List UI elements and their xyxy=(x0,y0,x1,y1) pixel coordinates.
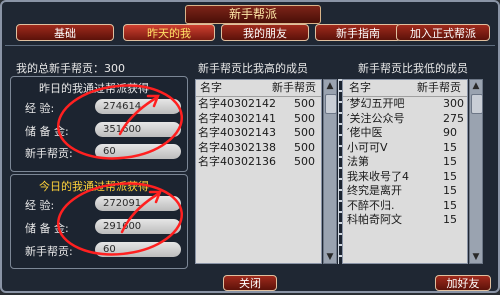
member-contrib: 500 xyxy=(294,140,315,154)
lower-list-scrollbar[interactable]: ▲ ▼ xyxy=(469,79,483,264)
member-contrib: 500 xyxy=(294,111,315,125)
today-reserve-label: 储 备 金: xyxy=(25,222,69,235)
member-name: 小可可V xyxy=(347,140,388,154)
higher-list-scrollbar[interactable]: ▲ ▼ xyxy=(323,79,337,264)
scroll-up-icon[interactable]: ▲ xyxy=(471,81,481,91)
tab-join-guild[interactable]: 加入正式帮派 xyxy=(396,24,490,41)
tab-guide[interactable]: 新手指南 xyxy=(315,24,401,41)
scroll-down-icon[interactable]: ▼ xyxy=(471,252,481,262)
member-name: 终究是离开 xyxy=(347,184,402,197)
member-contrib: 275 xyxy=(443,111,464,125)
yesterday-box: 昨日的我通过帮派获得 经 验: 274614 储 备 金: 351600 新手帮… xyxy=(10,76,188,172)
member-contrib: 15 xyxy=(443,184,457,197)
list-item[interactable]: 名字40302136 500 xyxy=(196,155,321,170)
lower-col-contrib: 新手帮贡 xyxy=(417,81,461,94)
member-name: 名字40302136 xyxy=(198,155,276,168)
lower-list: 名字 新手帮贡 ′梦幻五开吧 300 ′关注公众号 275 ′佬中医 90 小可可V 1… xyxy=(342,79,468,264)
total-contrib-label: 我的总新手帮贡：300 xyxy=(16,62,125,75)
list-item[interactable]: 我来收号了4 15 xyxy=(343,170,467,185)
lower-col-name: 名字 xyxy=(349,81,371,94)
scroll-up-icon[interactable]: ▲ xyxy=(325,81,335,91)
list-item[interactable]: 名字40302142 500 xyxy=(196,97,321,112)
lower-list-title: 新手帮贡比我低的成员 xyxy=(358,62,468,75)
higher-list-title: 新手帮贡比我高的成员 xyxy=(198,62,308,75)
list-item[interactable]: 名字40302141 500 xyxy=(196,112,321,127)
member-name: ′梦幻五开吧 xyxy=(347,97,405,110)
member-contrib: 15 xyxy=(443,213,457,226)
yesterday-reserve-value: 351600 xyxy=(95,122,181,137)
scroll-down-icon[interactable]: ▼ xyxy=(325,252,335,262)
member-name: 科帕奇阿文 xyxy=(347,213,402,226)
list-item[interactable]: 科帕奇阿文 15 xyxy=(343,213,467,228)
higher-col-name: 名字 xyxy=(200,81,222,94)
higher-list-header: 名字 新手帮贡 xyxy=(196,80,321,97)
today-exp-value: 272091 xyxy=(95,196,181,211)
list-item[interactable]: ′佬中医 90 xyxy=(343,126,467,141)
scroll-thumb[interactable] xyxy=(471,94,483,114)
member-contrib: 90 xyxy=(443,126,457,139)
member-contrib: 500 xyxy=(294,126,315,139)
list-item[interactable]: 法第 15 xyxy=(343,155,467,170)
member-contrib: 15 xyxy=(443,169,457,183)
member-name: 名字40302138 xyxy=(198,140,276,154)
member-name: 名字40302143 xyxy=(198,126,276,139)
member-contrib: 300 xyxy=(443,97,464,110)
yesterday-contrib-label: 新手帮贡: xyxy=(25,147,73,160)
list-item[interactable]: 小可可V 15 xyxy=(343,141,467,156)
member-name: 我来收号了4 xyxy=(347,169,409,183)
list-item[interactable]: 名字40302143 500 xyxy=(196,126,321,141)
today-reserve-value: 291600 xyxy=(95,219,181,234)
list-item[interactable]: 终究是离开 15 xyxy=(343,184,467,199)
member-contrib: 15 xyxy=(443,155,457,168)
member-name: 不醉不归. xyxy=(347,198,395,212)
window-title: 新手帮派 xyxy=(185,5,321,24)
today-box: 今日的我通过帮派获得 经 验: 272091 储 备 金: 291600 新手帮… xyxy=(10,174,188,269)
today-contrib-label: 新手帮贡: xyxy=(25,245,73,258)
member-contrib: 15 xyxy=(443,140,457,154)
higher-list: 名字 新手帮贡 名字40302142 500 名字40302141 500 名字40… xyxy=(195,79,322,264)
member-name: 名字40302141 xyxy=(198,111,276,125)
close-button[interactable]: 关闭 xyxy=(223,275,277,291)
list-item[interactable]: 名字40302138 500 xyxy=(196,141,321,156)
today-heading: 今日的我通过帮派获得 xyxy=(39,180,149,193)
member-contrib: 15 xyxy=(443,198,457,212)
yesterday-heading: 昨日的我通过帮派获得 xyxy=(39,82,149,95)
tab-basic[interactable]: 基础 xyxy=(16,24,114,41)
member-name: 法第 xyxy=(347,155,369,168)
member-contrib: 500 xyxy=(294,97,315,110)
list-item[interactable]: 不醉不归. 15 xyxy=(343,199,467,214)
yesterday-reserve-label: 储 备 金: xyxy=(25,125,69,138)
yesterday-exp-value: 274614 xyxy=(95,99,181,114)
lower-list-header: 名字 新手帮贡 xyxy=(343,80,467,97)
tab-friends[interactable]: 我的朋友 xyxy=(221,24,309,41)
list-item[interactable]: ′关注公众号 275 xyxy=(343,112,467,127)
yesterday-contrib-value: 60 xyxy=(95,144,181,159)
guild-window: 新手帮派 基础 昨天的我 我的朋友 新手指南 加入正式帮派 我的总新手帮贡：30… xyxy=(0,0,500,293)
scroll-thumb[interactable] xyxy=(325,94,337,114)
higher-col-contrib: 新手帮贡 xyxy=(272,81,316,94)
member-name: 名字40302142 xyxy=(198,97,276,110)
member-contrib: 500 xyxy=(294,155,315,168)
header-divider xyxy=(5,45,495,46)
yesterday-exp-label: 经 验: xyxy=(25,102,55,115)
member-name: ′关注公众号 xyxy=(347,111,405,125)
today-exp-label: 经 验: xyxy=(25,199,55,212)
member-name: ′佬中医 xyxy=(347,126,383,139)
add-friend-button[interactable]: 加好友 xyxy=(435,275,491,291)
tab-yesterday[interactable]: 昨天的我 xyxy=(123,24,215,41)
list-item[interactable]: ′梦幻五开吧 300 xyxy=(343,97,467,112)
today-contrib-value: 60 xyxy=(95,242,181,257)
